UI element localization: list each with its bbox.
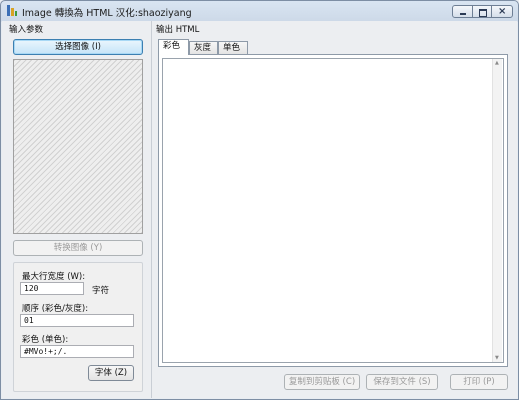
app-window: Image 轉換為 HTML 汉化:shaoziyang × 输入参数 选择图像… xyxy=(0,0,519,400)
minimize-icon xyxy=(460,13,466,15)
close-icon: × xyxy=(498,6,507,17)
maximize-icon xyxy=(479,9,487,17)
tab-panel: ▲ ▼ xyxy=(158,54,508,367)
tab-mono[interactable]: 单色 xyxy=(218,41,248,54)
copy-to-clipboard-button[interactable]: 复制到剪贴板 (C) xyxy=(284,374,360,390)
panel-divider xyxy=(151,21,152,398)
scroll-up-arrow-icon[interactable]: ▲ xyxy=(495,60,499,66)
max-width-unit: 字符 xyxy=(92,286,110,296)
html-output-textarea[interactable] xyxy=(162,58,504,363)
input-params-label: 输入参数 xyxy=(9,25,44,35)
title-bar[interactable]: Image 轉換為 HTML 汉化:shaoziyang × xyxy=(1,1,518,21)
image-preview xyxy=(13,59,143,234)
tab-grayscale[interactable]: 灰度 xyxy=(189,41,218,54)
convert-image-button[interactable]: 转换图像 (Y) xyxy=(13,240,143,256)
close-button[interactable]: × xyxy=(491,5,513,18)
image-to-html-app-icon xyxy=(7,5,17,16)
max-width-label: 最大行宽度 (W): xyxy=(22,272,86,282)
minimize-button[interactable] xyxy=(452,5,473,18)
scroll-down-arrow-icon[interactable]: ▼ xyxy=(495,355,499,361)
order-label: 顺序 (彩色/灰度): xyxy=(22,304,89,314)
save-to-file-button[interactable]: 保存到文件 (S) xyxy=(366,374,438,390)
client-area: 输入参数 选择图像 (I) 转换图像 (Y) 最大行宽度 (W): 120 字符… xyxy=(2,21,517,398)
window-title: Image 轉換為 HTML 汉化:shaoziyang xyxy=(22,8,192,19)
font-button[interactable]: 字体 (Z) xyxy=(88,365,134,381)
color-mono-input[interactable]: #MVo!+;/. xyxy=(20,345,134,358)
options-group: 最大行宽度 (W): 120 字符 顺序 (彩色/灰度): 01 彩色 (单色)… xyxy=(13,262,143,392)
max-width-input[interactable]: 120 xyxy=(20,282,84,295)
maximize-button[interactable] xyxy=(472,5,492,18)
color-mono-label: 彩色 (单色): xyxy=(22,335,69,345)
print-button[interactable]: 打印 (P) xyxy=(450,374,508,390)
tab-color[interactable]: 彩色 xyxy=(158,39,189,55)
output-html-label: 输出 HTML xyxy=(156,25,200,35)
output-scrollbar[interactable]: ▲ ▼ xyxy=(492,59,502,362)
order-input[interactable]: 01 xyxy=(20,314,134,327)
select-image-button[interactable]: 选择图像 (I) xyxy=(13,39,143,55)
